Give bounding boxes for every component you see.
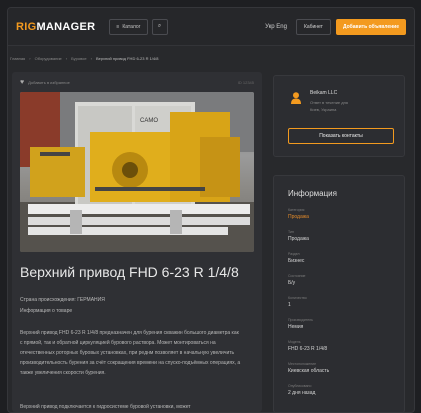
svg-text:CAMO: CAMO: [140, 118, 158, 124]
heart-icon[interactable]: ♥: [20, 79, 24, 86]
info-row: Раздел Бизнес: [288, 252, 304, 264]
origin-country: Страна происхождения: ГЕРМАНИЯ: [20, 297, 105, 303]
info-label: Модель: [288, 340, 301, 344]
product-photo[interactable]: CAMO: [20, 92, 254, 252]
card-toolbar: ♥ Добавить в избранное ID 12345: [12, 72, 262, 92]
info-value: Киевская область: [288, 368, 330, 374]
info-label: Производитель: [288, 318, 313, 322]
listing-title: Верхний привод FHD 6-23 R 1/4/8: [20, 264, 239, 280]
show-contacts-button[interactable]: Показать контакты: [288, 128, 394, 144]
info-title: Информация: [288, 189, 337, 198]
info-value: Б/у: [288, 280, 296, 286]
search-button[interactable]: ⌕: [151, 18, 168, 35]
info-value: Немия: [288, 324, 304, 330]
listing-description: Верхний привод FHD 6-23 R 1/4/8 предназн…: [20, 330, 241, 376]
listing-description-continued: Верхний привод подключается к гидросисте…: [20, 404, 191, 410]
info-row: Тип Продажа: [288, 230, 309, 242]
info-value: Бизнес: [288, 258, 305, 264]
info-value[interactable]: Продажа: [288, 214, 309, 220]
info-row: Количество 1: [288, 296, 307, 308]
search-icon: ⌕: [157, 23, 162, 29]
info-value: 2 дня назад: [288, 390, 316, 396]
user-icon: [291, 92, 301, 104]
language-switch[interactable]: Укр Eng: [265, 24, 287, 30]
breadcrumb-item[interactable]: Оборудование: [35, 56, 62, 61]
breadcrumb-item[interactable]: Буровое: [71, 56, 86, 61]
top-drive-image: CAMO: [20, 92, 254, 252]
info-row: Производитель Немия: [288, 318, 313, 330]
info-card: Информация Категория Продажа Тип Продажа Раз…: [273, 175, 405, 413]
seller-name[interactable]: Beikam LLC: [310, 90, 337, 96]
breadcrumb-current: Верхний привод FHD 6-23 R 1/4/8: [95, 56, 159, 61]
catalog-button[interactable]: ≡ Каталог: [109, 18, 148, 35]
info-label: Опубликовано: [288, 384, 312, 388]
logo[interactable]: RIGMANAGER: [16, 21, 95, 33]
info-label: Раздел: [288, 252, 300, 256]
info-label: Состояние: [288, 274, 306, 278]
info-value: FHD 6-23 R 1/4/8: [288, 346, 328, 352]
info-value: Продажа: [288, 236, 309, 242]
breadcrumb: Главная › Оборудование › Буровое › Верхний …: [10, 56, 159, 61]
seller-response: Ответ в течение дня: [310, 100, 348, 105]
breadcrumb-item[interactable]: Главная: [10, 56, 25, 61]
info-label: Тип: [288, 230, 294, 234]
add-listing-button[interactable]: Добавить объявление: [335, 18, 406, 35]
header: RIGMANAGER ≡ Каталог ⌕ Укр Eng Кабинет Д…: [8, 8, 414, 46]
info-row: Модель FHD 6-23 R 1/4/8: [288, 340, 327, 352]
info-row: Состояние Б/у: [288, 274, 305, 286]
info-label: Количество: [288, 296, 307, 300]
info-row: Местоположение Киевская область: [288, 362, 329, 374]
info-value: 1: [288, 302, 291, 308]
seller-location: Киев, Украина: [310, 107, 337, 112]
cabinet-button[interactable]: Кабинет: [295, 18, 331, 35]
seller-card: Beikam LLC Ответ в течение дня Киев, Укр…: [273, 75, 405, 157]
info-row: Категория Продажа: [288, 208, 309, 220]
info-label: Категория: [288, 208, 305, 212]
listing-id: ID 12345: [237, 79, 254, 85]
info-row: Опубликовано 2 дня назад: [288, 384, 315, 396]
info-label: Местоположение: [288, 362, 317, 366]
favorite-label[interactable]: Добавить в избранное: [28, 80, 70, 85]
menu-icon: ≡: [116, 23, 120, 30]
product-info-heading: Информация о товаре: [20, 308, 73, 314]
